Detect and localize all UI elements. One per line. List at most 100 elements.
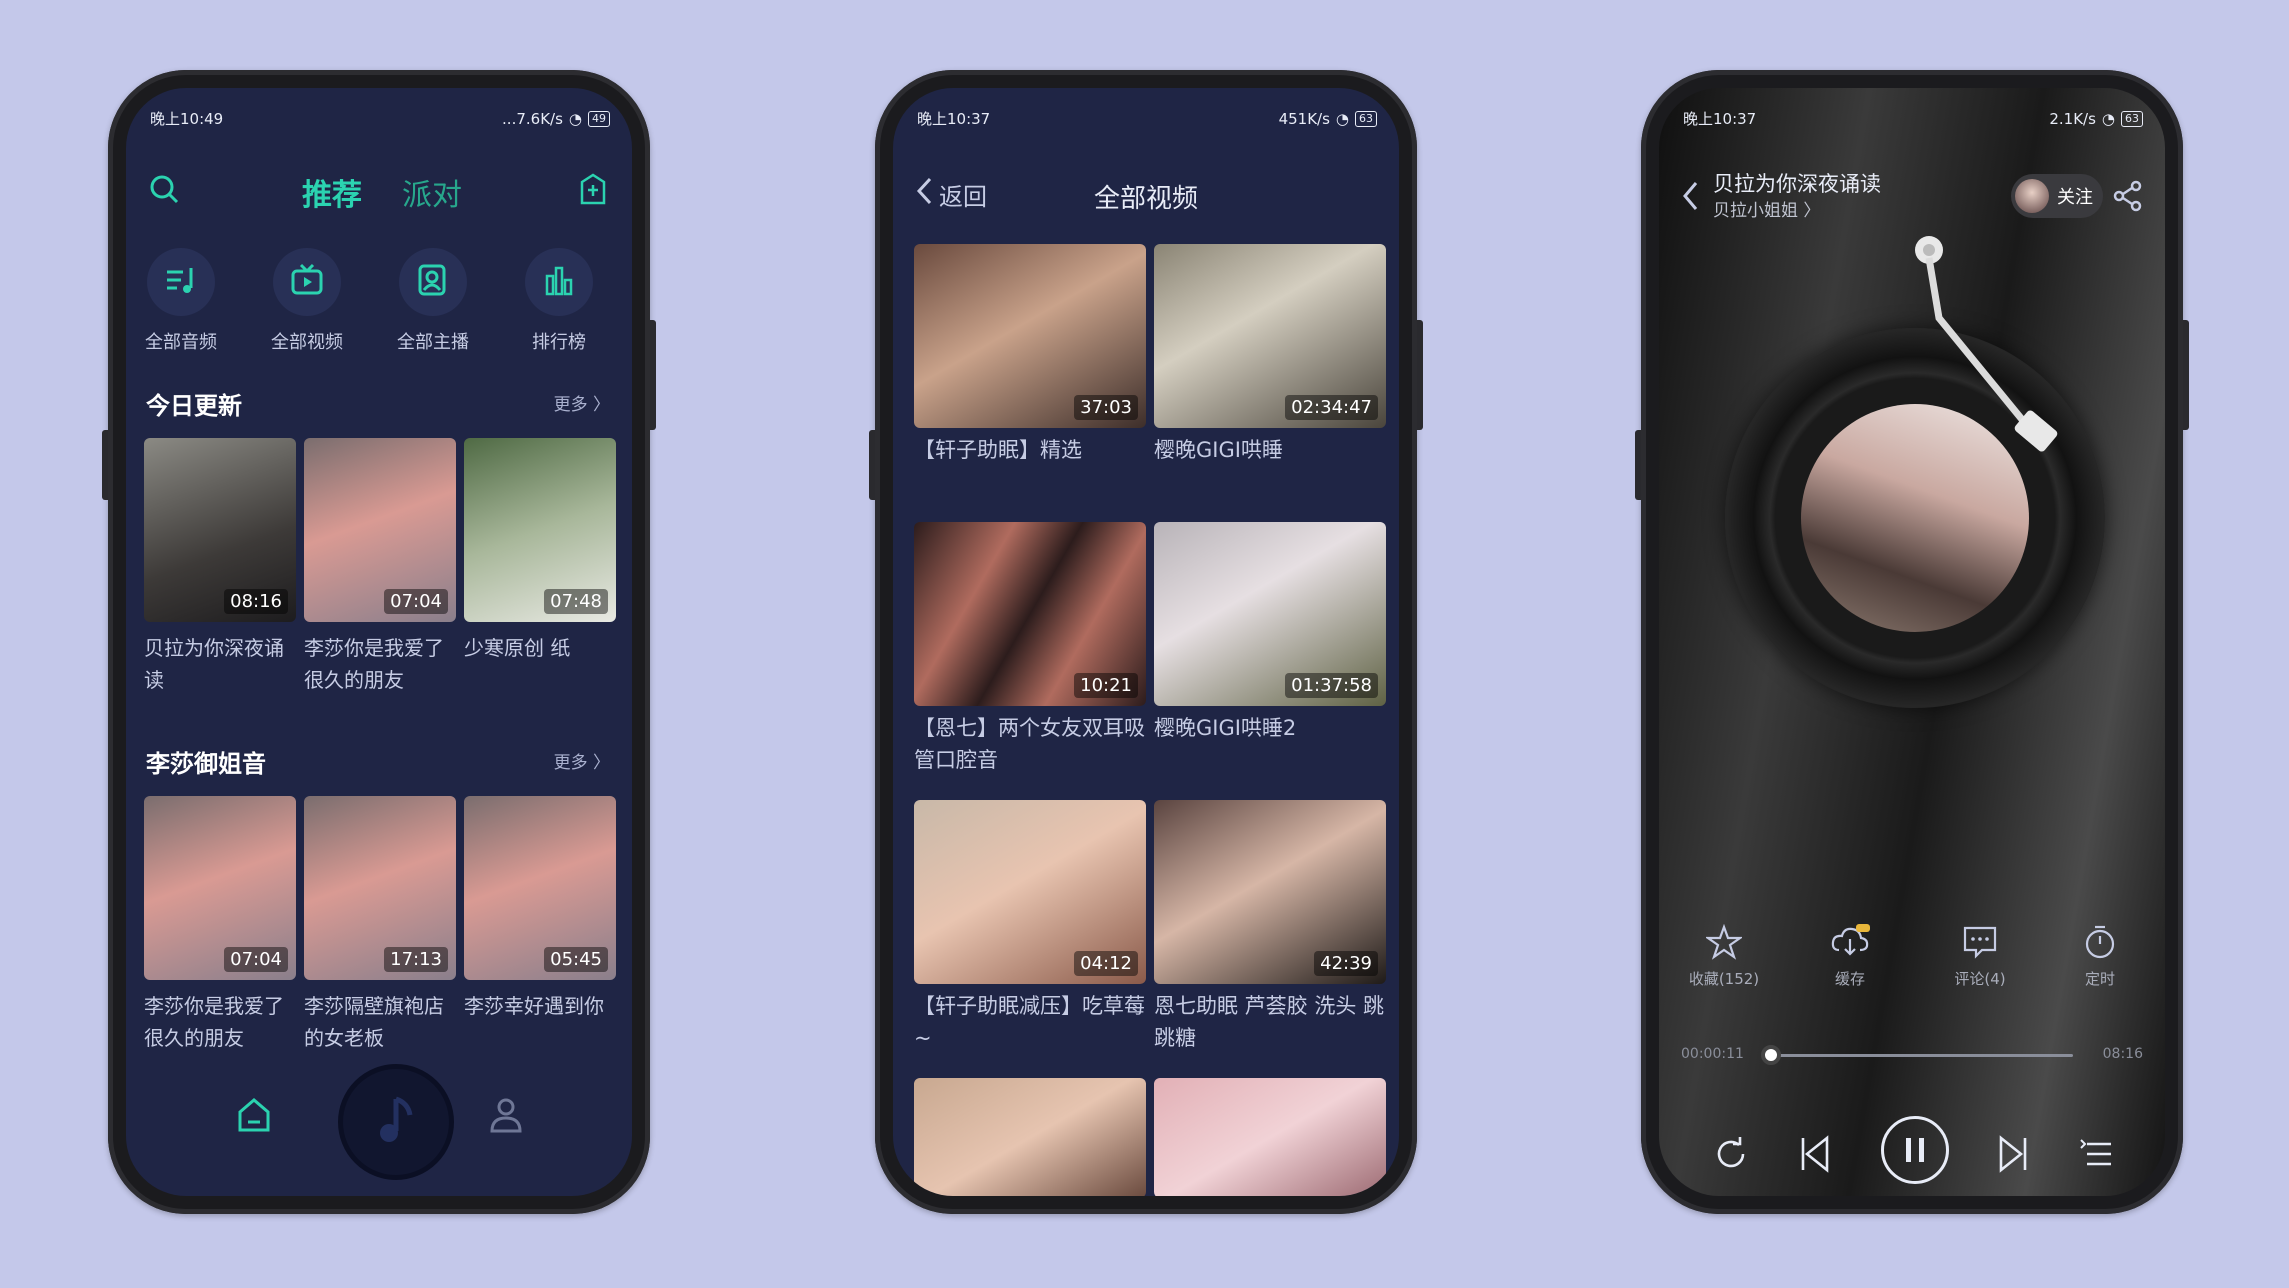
upload-icon[interactable] — [578, 172, 608, 210]
search-icon[interactable] — [148, 173, 180, 209]
video-caption[interactable]: 李莎你是我爱了很久的朋友 — [144, 990, 296, 1054]
comment-icon — [1962, 926, 1998, 964]
total-time: 08:16 — [2102, 1046, 2143, 1062]
timer-icon — [2082, 925, 2118, 964]
video-thumb[interactable]: 10:21 — [914, 522, 1146, 706]
video-thumb[interactable]: 05:45 — [464, 796, 616, 980]
video-caption[interactable]: 李莎你是我爱了很久的朋友 — [304, 632, 456, 696]
wifi-icon: ◔ — [2101, 110, 2115, 128]
all-video-label: 全部视频 — [271, 332, 343, 353]
video-thumb[interactable]: 07:04 — [144, 796, 296, 980]
duration-badge: 17:13 — [384, 947, 448, 972]
duration-badge: 07:48 — [544, 589, 608, 614]
share-icon[interactable] — [2113, 180, 2143, 216]
video-thumb[interactable]: 07:04 — [304, 438, 456, 622]
ranking-button[interactable]: 排行榜 — [504, 248, 614, 354]
video-thumb[interactable]: 08:16 — [144, 438, 296, 622]
music-note-icon — [374, 1093, 418, 1151]
video-caption[interactable]: 李莎幸好遇到你 — [464, 990, 616, 1022]
repeat-button[interactable] — [1711, 1134, 1751, 1178]
next-button[interactable] — [1995, 1134, 2031, 1178]
current-time: 00:00:11 — [1681, 1046, 1744, 1062]
video-caption[interactable]: 少寒原创 纸 — [464, 632, 616, 664]
progress-thumb[interactable] — [1761, 1045, 1782, 1065]
skip-next-icon — [1995, 1135, 2031, 1178]
video-caption[interactable]: 【轩子助眠减压】吃草莓~ — [914, 990, 1146, 1054]
video-caption[interactable]: 【恩七】两个女友双耳吸管口腔音 — [914, 712, 1146, 776]
artist-link[interactable]: 贝拉小姐姐 〉 — [1713, 196, 1820, 221]
duration-badge: 02:34:47 — [1285, 395, 1378, 420]
video-thumb[interactable] — [914, 1078, 1146, 1196]
playlist-icon — [2079, 1139, 2115, 1178]
timer-label: 定时 — [2084, 970, 2115, 988]
duration-badge: 05:45 — [544, 947, 608, 972]
phone-player: 晚上10:37 2.1K/s ◔ 63 贝拉为你深夜诵读 贝拉小姐姐 〉 关注 — [1635, 70, 2189, 1214]
video-caption[interactable]: 【轩子助眠】精选 — [914, 434, 1146, 466]
battery-icon: 49 — [588, 111, 610, 127]
video-thumb[interactable]: 42:39 — [1154, 800, 1386, 984]
pause-icon — [1906, 1138, 1924, 1162]
comment-label: 评论(4) — [1954, 970, 2006, 988]
duration-badge: 07:04 — [224, 947, 288, 972]
video-thumb[interactable]: 04:12 — [914, 800, 1146, 984]
back-icon[interactable] — [1681, 180, 1699, 216]
progress-bar[interactable] — [1761, 1045, 2073, 1065]
music-play-button[interactable] — [338, 1064, 454, 1180]
more-link-lisha[interactable]: 更多 〉 — [554, 748, 610, 773]
all-audio-button[interactable]: 全部音频 — [126, 248, 236, 354]
profile-icon[interactable] — [488, 1096, 524, 1138]
battery-icon: 63 — [1355, 111, 1377, 127]
duration-badge: 01:37:58 — [1285, 673, 1378, 698]
video-caption[interactable]: 李莎隔壁旗袍店的女老板 — [304, 990, 456, 1054]
video-caption[interactable]: 恩七助眠 芦荟胶 洗头 跳跳糖 — [1154, 990, 1386, 1054]
video-thumb[interactable]: 17:13 — [304, 796, 456, 980]
favorite-label: 收藏(152) — [1688, 970, 1760, 988]
chart-icon — [541, 262, 577, 302]
wifi-icon: ◔ — [568, 110, 582, 128]
tonearm — [1915, 236, 2058, 452]
duration-badge: 07:04 — [384, 589, 448, 614]
wifi-icon: ◔ — [1335, 110, 1349, 128]
track-title: 贝拉为你深夜诵读 — [1713, 172, 1881, 196]
download-button[interactable]: 缓存 — [1795, 924, 1905, 989]
more-link-today[interactable]: 更多 〉 — [554, 390, 610, 415]
tab-recommend[interactable]: 推荐 — [302, 170, 362, 214]
video-thumb[interactable]: 37:03 — [914, 244, 1146, 428]
follow-button[interactable]: 关注 — [2011, 174, 2103, 218]
video-thumb[interactable]: 01:37:58 — [1154, 522, 1386, 706]
comment-button[interactable]: 评论(4) — [1925, 924, 2035, 989]
home-icon[interactable] — [236, 1096, 272, 1138]
network-speed: 2.1K/s — [2049, 110, 2096, 128]
pause-button[interactable] — [1881, 1116, 1949, 1184]
avatar — [2015, 179, 2049, 213]
all-anchor-button[interactable]: 全部主播 — [378, 248, 488, 354]
tab-party[interactable]: 派对 — [402, 170, 462, 214]
video-caption[interactable]: 樱晚GIGI哄睡2 — [1154, 712, 1386, 744]
video-caption[interactable]: 樱晚GIGI哄睡 — [1154, 434, 1386, 466]
video-thumb[interactable]: 02:34:47 — [1154, 244, 1386, 428]
ranking-label: 排行榜 — [532, 332, 586, 353]
page-title: 全部视频 — [1093, 184, 1198, 214]
video-list-screen: 晚上10:37 451K/s ◔ 63 返回 全部视频 37:03 02:34:… — [893, 88, 1399, 1196]
battery-icon: 63 — [2121, 111, 2143, 127]
video-thumb[interactable]: 07:48 — [464, 438, 616, 622]
music-list-icon — [163, 262, 199, 302]
timer-button[interactable]: 定时 — [2045, 924, 2155, 989]
previous-button[interactable] — [1797, 1134, 1833, 1178]
video-caption[interactable]: 贝拉为你深夜诵读 — [144, 632, 296, 696]
section-title-lisha: 李莎御姐音 — [146, 750, 266, 778]
section-title-today: 今日更新 — [146, 392, 242, 420]
network-speed: ...7.6K/s — [502, 110, 563, 128]
status-time: 晚上10:37 — [1683, 110, 1757, 128]
download-icon — [1830, 924, 1870, 964]
anchor-icon — [415, 262, 451, 302]
status-time: 晚上10:37 — [917, 110, 991, 128]
status-bar: 晚上10:37 2.1K/s ◔ 63 — [1659, 104, 2165, 134]
skip-previous-icon — [1797, 1135, 1833, 1178]
favorite-button[interactable]: 收藏(152) — [1669, 923, 1779, 989]
all-video-button[interactable]: 全部视频 — [252, 248, 362, 354]
download-label: 缓存 — [1834, 970, 1865, 988]
all-anchor-label: 全部主播 — [397, 332, 469, 353]
video-thumb[interactable] — [1154, 1078, 1386, 1196]
playlist-button[interactable] — [2079, 1134, 2115, 1178]
